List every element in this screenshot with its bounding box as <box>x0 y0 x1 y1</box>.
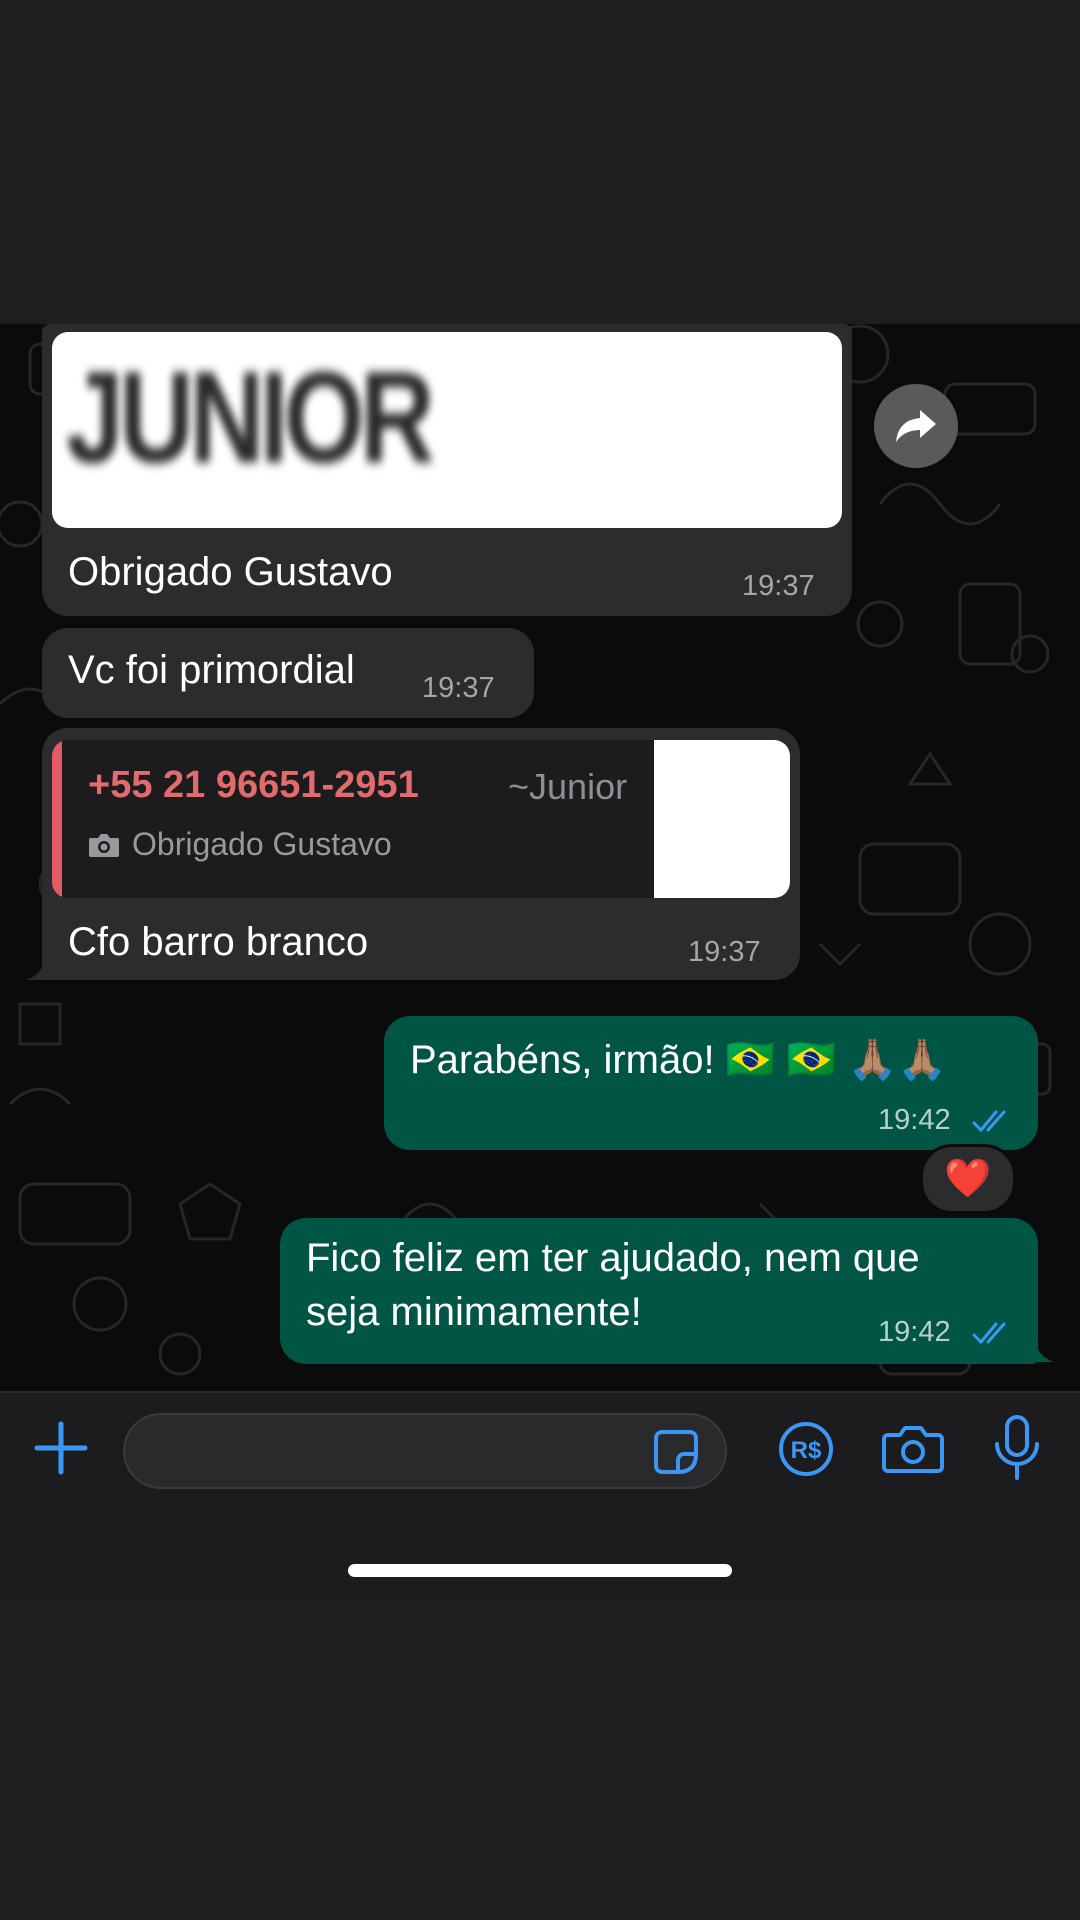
outgoing-message-1[interactable]: Parabéns, irmão! 🇧🇷 🇧🇷 🙏🏽🙏🏽 19:42 <box>384 1016 1038 1150</box>
home-indicator[interactable] <box>348 1564 732 1577</box>
quote-sender-phone: +55 21 96651-2951 <box>88 764 419 806</box>
reaction-badge[interactable]: ❤️ <box>920 1144 1016 1214</box>
bubble-tail <box>1024 1336 1054 1362</box>
real-currency-icon: R$ <box>779 1422 833 1476</box>
quote-sender-alias: ~Junior <box>508 766 628 807</box>
incoming-message-2[interactable]: Vc foi primordial 19:37 <box>42 628 534 718</box>
composer-bar: R$ <box>0 1391 1080 1597</box>
bubble-tail <box>26 954 56 980</box>
message-text-line-1: Fico feliz em ter ajudado, nem que <box>306 1236 920 1280</box>
double-check-icon <box>972 1322 1006 1345</box>
message-text: Obrigado Gustavo <box>68 550 393 594</box>
payment-button[interactable]: R$ <box>776 1419 836 1479</box>
heart-reaction: ❤️ <box>944 1158 992 1200</box>
message-time: 19:42 <box>878 1104 951 1136</box>
message-time: 19:37 <box>742 570 815 602</box>
double-check-icon <box>972 1110 1006 1133</box>
message-input[interactable] <box>123 1413 727 1489</box>
message-image[interactable]: JUNIOR <box>52 332 842 528</box>
message-time: 19:37 <box>422 672 495 704</box>
camera-icon <box>89 834 119 857</box>
message-text: Vc foi primordial <box>68 648 355 692</box>
message-time: 19:37 <box>688 936 761 968</box>
plus-icon <box>34 1421 88 1475</box>
quote-thumbnail <box>654 740 790 898</box>
microphone-icon <box>995 1415 1039 1480</box>
forward-arrow-icon <box>896 410 936 442</box>
message-time: 19:42 <box>878 1316 951 1348</box>
camera-icon <box>882 1426 944 1473</box>
bottom-blank-area <box>0 1595 1080 1920</box>
incoming-message-1[interactable]: JUNIOR Obrigado Gustavo 19:37 <box>42 324 852 616</box>
svg-text:R$: R$ <box>791 1437 822 1464</box>
quote-caption: Obrigado Gustavo <box>132 826 392 862</box>
sticker-button[interactable] <box>649 1425 703 1479</box>
image-blurred-text: JUNIOR <box>66 344 435 490</box>
message-text: Parabéns, irmão! 🇧🇷 🇧🇷 🙏🏽🙏🏽 <box>410 1038 948 1082</box>
incoming-message-3[interactable]: +55 21 96651-2951 ~Junior Obrigado Gusta… <box>42 728 800 980</box>
forward-button[interactable] <box>874 384 958 468</box>
message-text: Cfo barro branco <box>68 920 369 964</box>
quoted-message[interactable]: +55 21 96651-2951 ~Junior Obrigado Gusta… <box>52 740 790 898</box>
attach-button[interactable] <box>28 1415 94 1481</box>
sticker-icon <box>654 1430 698 1474</box>
quote-accent-bar <box>52 740 62 898</box>
message-text-line-2: seja minimamente! <box>306 1290 642 1334</box>
microphone-button[interactable] <box>988 1413 1046 1483</box>
camera-button[interactable] <box>880 1419 946 1479</box>
chat-area[interactable]: JUNIOR Obrigado Gustavo 19:37 Vc foi pri… <box>0 324 1080 1391</box>
outgoing-message-2[interactable]: Fico feliz em ter ajudado, nem que seja … <box>280 1218 1038 1364</box>
